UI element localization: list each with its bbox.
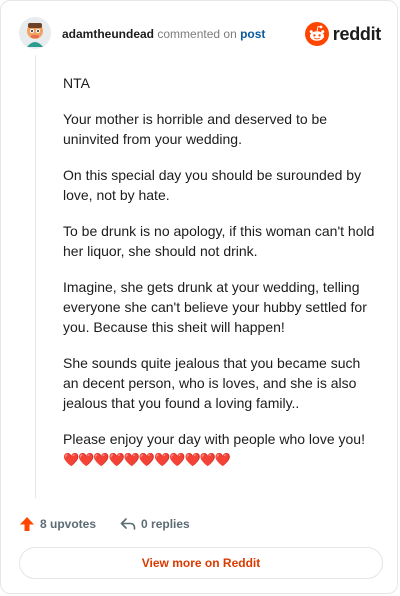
view-more-on-reddit-button[interactable]: View more on Reddit xyxy=(19,547,383,579)
comment-paragraph: NTA xyxy=(63,75,90,91)
commented-on-text: commented on xyxy=(157,27,237,41)
comment-body: NTA Your mother is horrible and deserved… xyxy=(63,73,377,470)
avatar-icon xyxy=(19,17,51,49)
reply-arrow-icon xyxy=(120,518,136,530)
upvote-count: 8 upvotes xyxy=(40,517,97,531)
comment-paragraph: Your mother is horrible and deserved to … xyxy=(63,111,328,147)
comment-closing-text: Please enjoy your day with people who lo… xyxy=(63,431,365,447)
comment-paragraph: She sounds quite jealous that you became… xyxy=(63,355,361,411)
username-link[interactable]: adamtheundead xyxy=(62,27,154,41)
reddit-comment-embed: adamtheundead commented on post reddit N… xyxy=(0,0,398,594)
comment-paragraph: On this special day you should be suroun… xyxy=(63,167,362,203)
user-avatar[interactable] xyxy=(19,17,51,49)
thread-line xyxy=(35,55,36,498)
upvote-button[interactable]: 8 upvotes xyxy=(19,516,96,532)
reply-button[interactable]: 0 replies xyxy=(120,516,190,532)
reddit-logo[interactable]: reddit xyxy=(304,21,382,47)
reddit-alien-icon xyxy=(304,22,329,46)
post-link[interactable]: post xyxy=(240,27,265,41)
comment-paragraph: Imagine, she gets drunk at your wedding,… xyxy=(63,279,367,335)
comment-actions: 8 upvotes 0 replies xyxy=(19,513,214,535)
comment-paragraph-last: Please enjoy your day with people who lo… xyxy=(63,429,377,470)
reddit-wordmark: reddit xyxy=(332,23,382,44)
upvote-arrow-icon xyxy=(20,517,34,531)
hearts-emoji-row: ❤️❤️❤️❤️❤️❤️❤️❤️❤️❤️❤️ xyxy=(63,452,231,467)
comment-header: adamtheundead commented on post reddit xyxy=(19,17,381,53)
byline: adamtheundead commented on post xyxy=(62,27,265,41)
reply-count: 0 replies xyxy=(141,517,190,531)
comment-paragraph: To be drunk is no apology, if this woman… xyxy=(63,223,375,259)
